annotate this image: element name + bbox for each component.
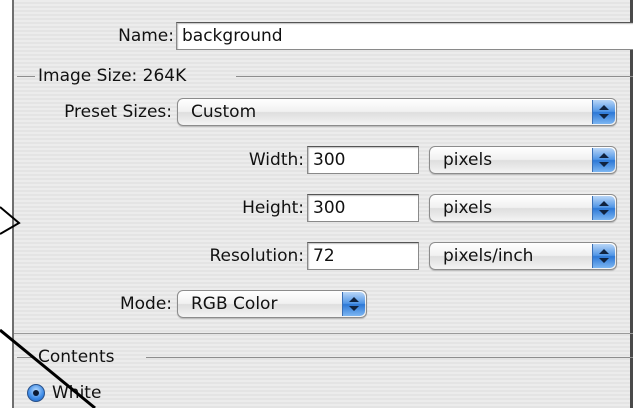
radio-dot (33, 390, 39, 396)
resolution-unit-popup[interactable]: pixels/inch (429, 242, 617, 270)
mode-value: RGB Color (191, 294, 278, 314)
updown-arrows-icon (342, 292, 365, 316)
width-label: Width: (248, 150, 304, 170)
contents-label: Contents (38, 347, 115, 367)
resolution-label: Resolution: (209, 246, 304, 266)
radio-selected-icon[interactable] (27, 384, 45, 402)
width-input[interactable]: 300 (307, 146, 419, 174)
image-size-divider-right (236, 76, 633, 77)
height-unit-value: pixels (443, 198, 493, 218)
new-image-dialog: Name: background Image Size: 264K Preset… (12, 0, 633, 408)
preset-sizes-value: Custom (191, 102, 257, 122)
updown-arrows-icon (592, 196, 615, 220)
updown-arrows-icon (592, 100, 615, 124)
resolution-unit-value: pixels/inch (443, 246, 534, 266)
image-size-divider-left (17, 76, 35, 77)
updown-arrows-icon (592, 244, 615, 268)
updown-arrows-icon (592, 148, 615, 172)
preset-sizes-label: Preset Sizes: (64, 102, 172, 122)
mode-popup[interactable]: RGB Color (177, 290, 367, 318)
contents-divider-right (146, 357, 633, 358)
name-label: Name: (118, 26, 174, 46)
name-input[interactable]: background (176, 22, 633, 50)
preset-sizes-popup[interactable]: Custom (177, 98, 617, 126)
resolution-input[interactable]: 72 (307, 242, 419, 270)
contents-white-option[interactable]: White (52, 382, 101, 404)
height-label: Height: (242, 198, 304, 218)
contents-divider-left (17, 357, 35, 358)
height-input[interactable]: 300 (307, 194, 419, 222)
height-unit-popup[interactable]: pixels (429, 194, 617, 222)
width-unit-value: pixels (443, 150, 493, 170)
width-unit-popup[interactable]: pixels (429, 146, 617, 174)
image-size-label: Image Size: 264K (38, 66, 187, 86)
mode-label: Mode: (119, 294, 172, 314)
section-separator (14, 333, 633, 334)
